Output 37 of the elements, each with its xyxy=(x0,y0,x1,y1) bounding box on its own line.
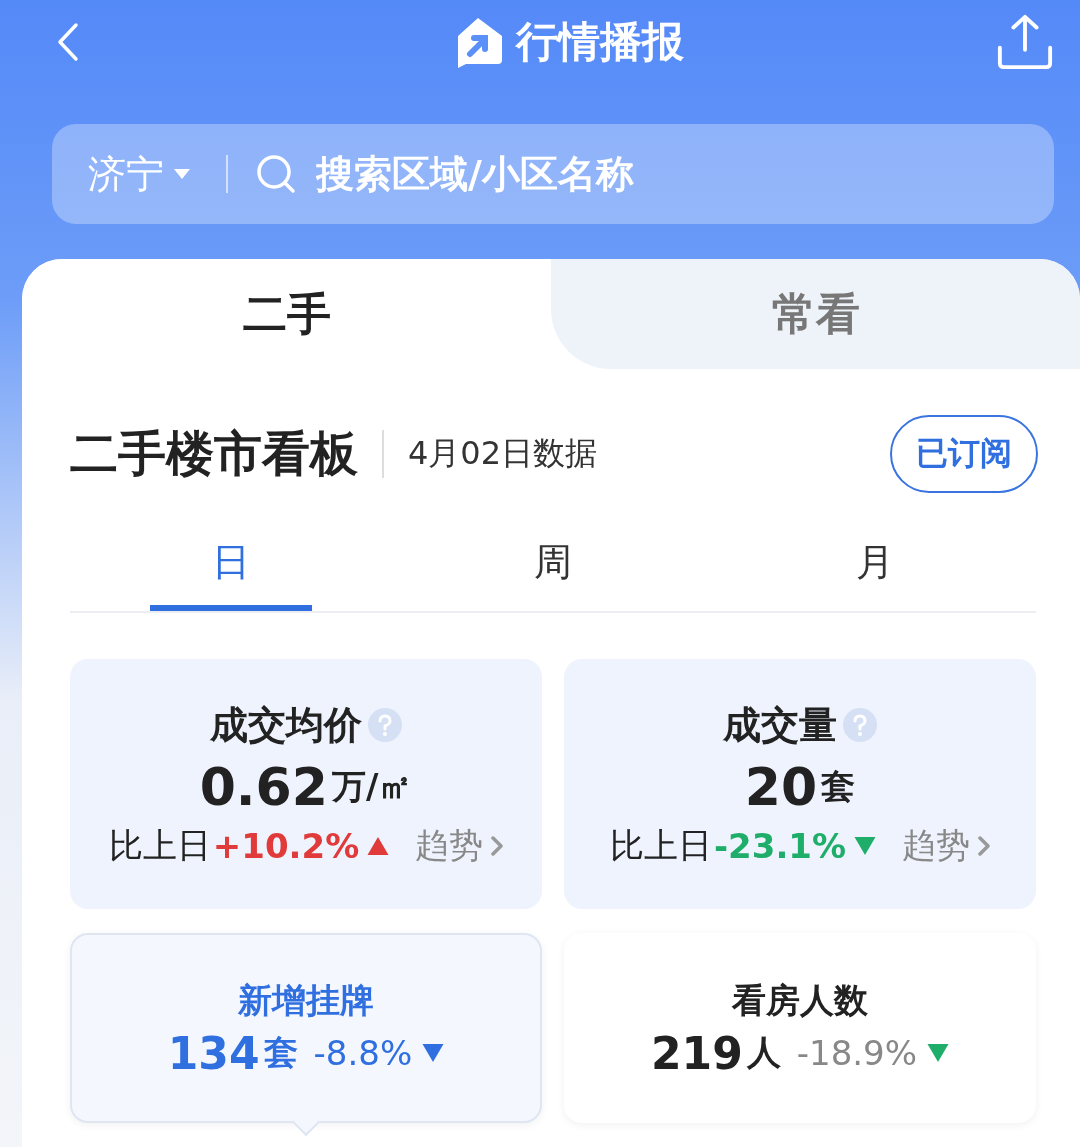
stat-unit: 套 xyxy=(263,1031,298,1074)
change-percent: -8.8% xyxy=(313,1033,413,1073)
stat-unit: 套 xyxy=(821,764,856,808)
chevron-icon xyxy=(491,835,504,856)
chevron-icon xyxy=(978,835,991,856)
category-tab[interactable]: 常看 xyxy=(551,259,1080,369)
trend-link[interactable]: 趋势 xyxy=(902,822,991,869)
period-tab[interactable]: 日 xyxy=(150,519,312,611)
caret-icon xyxy=(174,169,190,179)
stat-label: 成交量 xyxy=(723,701,837,749)
search-icon xyxy=(256,154,296,194)
stat-value: 134 xyxy=(167,1027,260,1079)
stat-unit: 万/㎡ xyxy=(331,764,413,808)
back-icon[interactable] xyxy=(56,21,80,63)
board-title: 二手楼市看板 xyxy=(70,424,358,483)
stat-card[interactable]: 看房人数 219 人 -18.9% xyxy=(564,933,1036,1123)
change-percent: -18.9% xyxy=(796,1033,918,1073)
stat-label: 新增挂牌 xyxy=(238,978,374,1022)
stat-unit: 人 xyxy=(746,1031,781,1074)
period-tab[interactable]: 周 xyxy=(472,519,634,611)
trend-label: 趋势 xyxy=(902,823,971,867)
change-percent: +10.2% xyxy=(212,825,360,866)
change-percent: -23.1% xyxy=(713,825,847,866)
page-title: 行情播报 xyxy=(516,16,684,68)
stat-value: 20 xyxy=(744,756,818,817)
subscribe-button[interactable]: 已订阅 xyxy=(890,415,1038,493)
stat-label: 看房人数 xyxy=(732,978,868,1022)
trend-label: 趋势 xyxy=(415,823,484,867)
period-tab[interactable]: 月 xyxy=(794,519,956,611)
compare-label: 比上日 xyxy=(609,823,712,867)
data-date: 4月02日数据 xyxy=(408,433,599,474)
stat-value: 0.62 xyxy=(199,756,328,817)
share-icon[interactable] xyxy=(996,13,1054,71)
compare-label: 比上日 xyxy=(108,823,211,867)
trend-link[interactable]: 趋势 xyxy=(415,822,504,869)
stat-label: 成交均价 xyxy=(210,701,362,749)
stat-value: 219 xyxy=(650,1027,743,1079)
